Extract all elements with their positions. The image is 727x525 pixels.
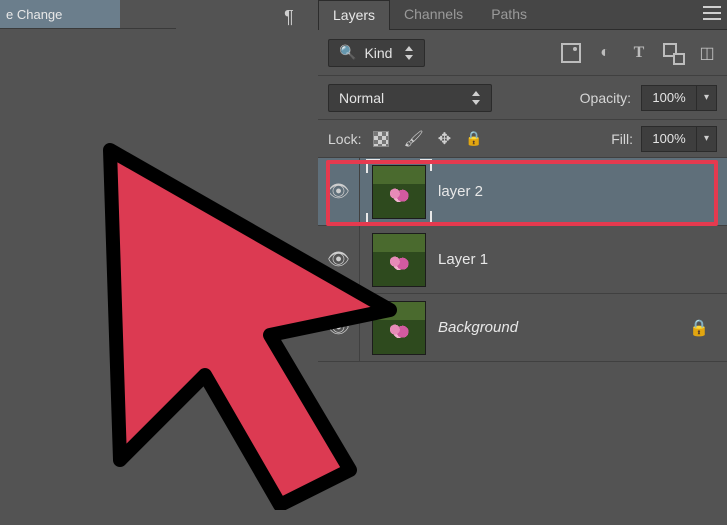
lock-transparency-icon[interactable] <box>373 131 389 147</box>
layer-name[interactable]: Layer 1 <box>438 251 488 268</box>
panel-tabs: Layers Channels Paths <box>318 0 727 30</box>
lock-label: Lock: <box>328 131 361 147</box>
opacity-label: Opacity: <box>580 90 631 106</box>
layer-list: 👁 layer 2 👁 Layer 1 👁 Background 🔒 <box>318 158 727 362</box>
filter-kind-label: Kind <box>364 45 392 61</box>
filter-smart-icon[interactable]: ◫ <box>697 43 717 63</box>
visibility-toggle[interactable]: 👁 <box>318 226 360 293</box>
filter-type-icons: ◐ T ◫ <box>561 43 717 63</box>
fill-value[interactable]: 100% <box>641 126 697 152</box>
chevron-up-down-icon <box>471 91 481 105</box>
blend-mode-select[interactable]: Normal <box>328 84 492 112</box>
tab-paths[interactable]: Paths <box>477 0 541 29</box>
filter-adjustment-icon[interactable]: ◐ <box>595 43 615 63</box>
search-icon: 🔍 <box>339 44 356 61</box>
layer-filter-row: 🔍 Kind ◐ T ◫ <box>318 30 727 76</box>
filter-type-text-icon[interactable]: T <box>629 43 649 63</box>
adjacent-panel-tab-label: e Change <box>6 7 62 22</box>
tab-layers[interactable]: Layers <box>318 0 390 30</box>
layers-panel: Layers Channels Paths 🔍 Kind ◐ T ◫ Norma… <box>318 0 727 525</box>
adjacent-panel-tab: e Change <box>0 0 120 28</box>
opacity-dropdown-icon[interactable]: ▾ <box>697 85 717 111</box>
layer-name[interactable]: layer 2 <box>438 183 483 200</box>
lock-pixels-icon[interactable]: 🖌 <box>403 129 423 149</box>
visibility-toggle[interactable]: 👁 <box>318 294 360 361</box>
lock-position-icon[interactable]: ✥ <box>438 129 451 149</box>
opacity-value[interactable]: 100% <box>641 85 697 111</box>
opacity-field[interactable]: 100% ▾ <box>641 85 717 111</box>
layer-thumbnail[interactable] <box>372 233 426 287</box>
filter-shape-icon[interactable] <box>663 43 683 63</box>
dock-column: ¶ <box>270 0 318 525</box>
adjacent-panel-body <box>0 28 176 525</box>
tab-channels[interactable]: Channels <box>390 0 477 29</box>
lock-all-icon[interactable]: 🔒 <box>465 130 482 147</box>
lock-icon: 🔒 <box>689 318 709 338</box>
fill-dropdown-icon[interactable]: ▾ <box>697 126 717 152</box>
layer-row-layer-2[interactable]: 👁 layer 2 <box>318 158 727 226</box>
lock-icons: 🖌 ✥ 🔒 <box>373 129 482 149</box>
filter-pixel-icon[interactable] <box>561 43 581 63</box>
layer-name[interactable]: Background <box>438 319 518 336</box>
layer-row-layer-1[interactable]: 👁 Layer 1 <box>318 226 727 294</box>
visibility-toggle[interactable]: 👁 <box>318 158 360 225</box>
filter-kind-select[interactable]: 🔍 Kind <box>328 39 425 67</box>
paragraph-icon[interactable]: ¶ <box>278 6 300 28</box>
layer-thumbnail[interactable] <box>372 301 426 355</box>
panel-menu-icon[interactable] <box>703 6 721 20</box>
fill-field[interactable]: 100% ▾ <box>641 126 717 152</box>
blend-opacity-row: Normal Opacity: 100% ▾ <box>318 76 727 120</box>
layer-thumbnail[interactable] <box>372 165 426 219</box>
lock-fill-row: Lock: 🖌 ✥ 🔒 Fill: 100% ▾ <box>318 120 727 158</box>
blend-mode-value: Normal <box>339 90 384 106</box>
fill-label: Fill: <box>611 131 633 147</box>
chevron-up-down-icon <box>404 46 414 60</box>
fill-group: Fill: 100% ▾ <box>611 126 717 152</box>
layer-row-background[interactable]: 👁 Background 🔒 <box>318 294 727 362</box>
